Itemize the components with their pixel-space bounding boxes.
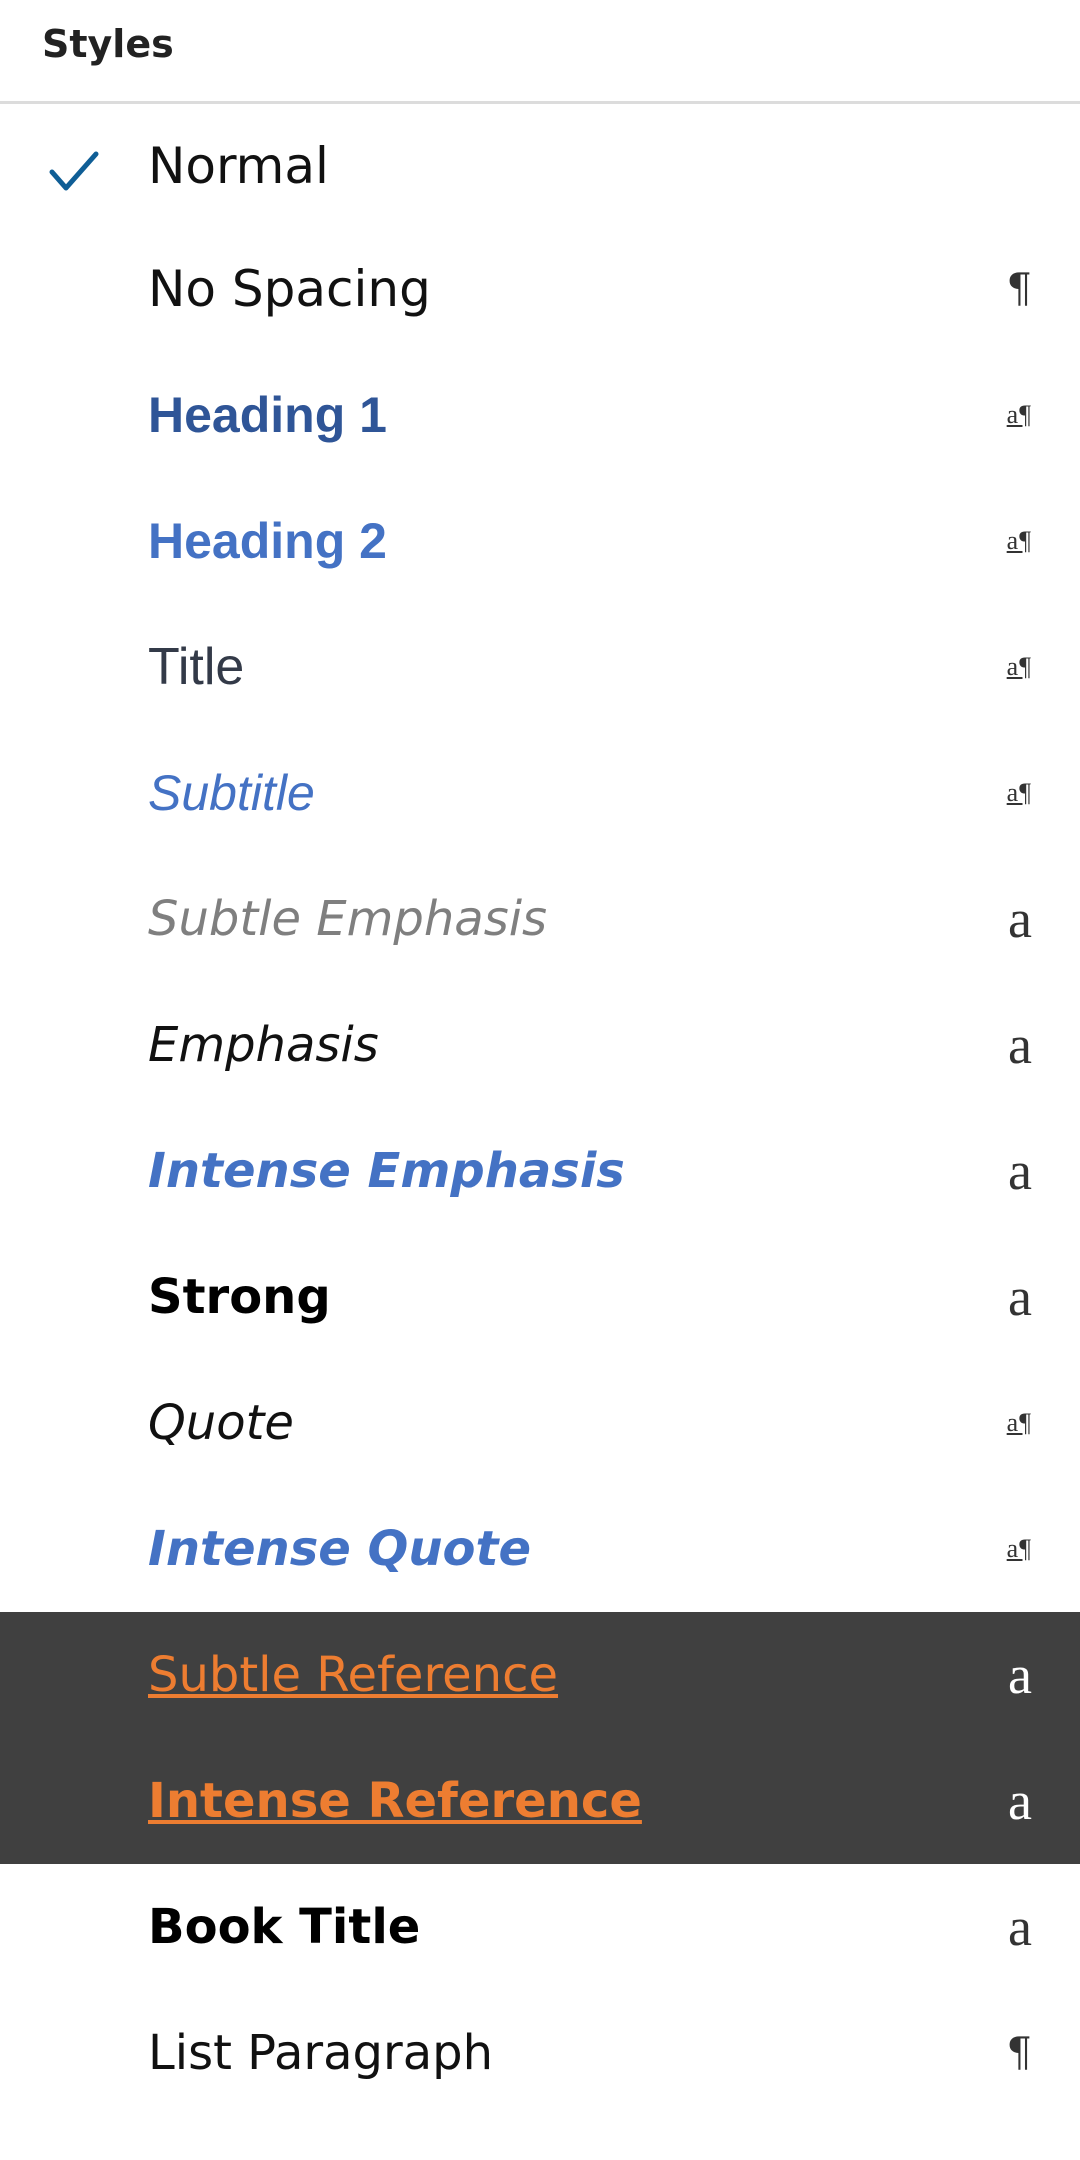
style-label: Subtle Reference [148, 1647, 559, 1703]
style-label: Heading 1 [148, 387, 387, 443]
linked-style-icon: a¶ [1006, 526, 1032, 555]
style-label: Emphasis [148, 1017, 379, 1073]
style-item-title[interactable]: Title a¶ [0, 604, 1080, 730]
style-item-no-spacing[interactable]: No Spacing ¶ [0, 226, 1080, 352]
character-style-icon: a [1008, 1897, 1032, 1957]
character-style-icon: a [1008, 1015, 1032, 1075]
style-item-subtle-emphasis[interactable]: Subtle Emphasis a [0, 856, 1080, 982]
linked-style-icon: a¶ [1006, 1408, 1032, 1437]
style-label: Strong [148, 1269, 331, 1325]
style-item-quote[interactable]: Quote a¶ [0, 1360, 1080, 1486]
linked-style-icon: a¶ [1006, 400, 1032, 429]
check-icon [49, 151, 99, 191]
style-item-emphasis[interactable]: Emphasis a [0, 982, 1080, 1108]
style-label: Quote [148, 1395, 294, 1451]
style-label: Normal [148, 137, 329, 195]
style-item-subtitle[interactable]: Subtitle a¶ [0, 730, 1080, 856]
paragraph-style-icon: ¶ [1006, 266, 1032, 312]
style-label: Title [148, 638, 245, 696]
style-label: Subtle Emphasis [148, 891, 548, 947]
panel-title: Styles [42, 22, 174, 66]
style-item-heading-2[interactable]: Heading 2 a¶ [0, 478, 1080, 604]
styles-list: Normal No Spacing ¶ Heading 1 a¶ Heading… [0, 106, 1080, 2116]
linked-style-icon: a¶ [1006, 652, 1032, 681]
style-item-heading-1[interactable]: Heading 1 a¶ [0, 352, 1080, 478]
linked-style-icon: a¶ [1006, 1534, 1032, 1563]
style-item-list-paragraph[interactable]: List Paragraph ¶ [0, 1990, 1080, 2116]
style-label: Heading 2 [148, 513, 387, 569]
styles-header: Styles [0, 0, 1080, 104]
character-style-icon: a [1008, 1267, 1032, 1327]
style-item-book-title[interactable]: Book Title a [0, 1864, 1080, 1990]
style-label: List Paragraph [148, 2025, 494, 2081]
style-label: Subtitle [148, 765, 315, 821]
style-item-intense-emphasis[interactable]: Intense Emphasis a [0, 1108, 1080, 1234]
paragraph-style-icon: ¶ [1006, 2030, 1032, 2076]
linked-style-icon: a¶ [1006, 778, 1032, 807]
style-item-intense-quote[interactable]: Intense Quote a¶ [0, 1486, 1080, 1612]
character-style-icon: a [1008, 1771, 1032, 1831]
style-label: No Spacing [148, 260, 431, 318]
style-item-intense-reference[interactable]: Intense Reference a [0, 1738, 1080, 1864]
style-label: Intense Quote [148, 1521, 531, 1577]
style-item-subtle-reference[interactable]: Subtle Reference a [0, 1612, 1080, 1738]
style-label: Intense Emphasis [148, 1143, 625, 1199]
style-item-strong[interactable]: Strong a [0, 1234, 1080, 1360]
character-style-icon: a [1008, 1141, 1032, 1201]
style-label: Book Title [148, 1899, 421, 1955]
character-style-icon: a [1008, 889, 1032, 949]
style-item-normal[interactable]: Normal [0, 106, 1080, 226]
character-style-icon: a [1008, 1645, 1032, 1705]
style-label: Intense Reference [148, 1773, 642, 1829]
